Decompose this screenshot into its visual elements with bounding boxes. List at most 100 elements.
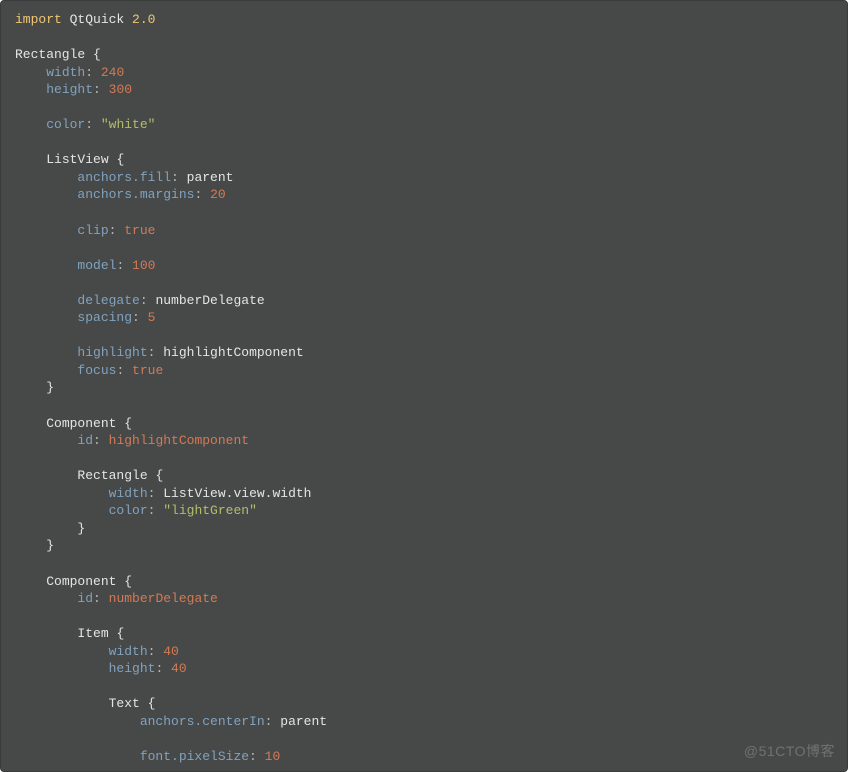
code-token: { (93, 47, 101, 62)
code-token: Item (77, 626, 116, 641)
code-token: Rectangle (15, 47, 93, 62)
code-token (15, 82, 46, 97)
code-line: clip: true (15, 222, 833, 240)
code-token: } (46, 380, 54, 395)
code-line (15, 99, 833, 117)
code-token: ListView (46, 152, 116, 167)
code-token: 40 (163, 644, 179, 659)
code-line: Rectangle { (15, 46, 833, 64)
code-line (15, 134, 833, 152)
code-line (15, 239, 833, 257)
code-line: width: 240 (15, 64, 833, 82)
code-line: width: ListView.view.width (15, 485, 833, 503)
code-token: "white" (101, 117, 156, 132)
code-token (15, 258, 77, 273)
code-token: : (132, 310, 148, 325)
code-token: color (46, 117, 85, 132)
code-token: { (124, 574, 132, 589)
code-token: { (148, 696, 156, 711)
code-line: color: "white" (15, 116, 833, 134)
code-token (15, 363, 77, 378)
code-token: highlightComponent (109, 433, 249, 448)
code-token: : (171, 170, 187, 185)
code-token (15, 591, 77, 606)
code-token: : (85, 117, 101, 132)
code-token: { (116, 626, 124, 641)
code-token: Component (46, 574, 124, 589)
code-token: 100 (132, 258, 155, 273)
code-line: color: "lightGreen" (15, 502, 833, 520)
code-line: import QtQuick 2.0 (15, 11, 833, 29)
code-token: 5 (148, 310, 156, 325)
code-line: anchors.fill: parent (15, 169, 833, 187)
code-token (15, 170, 77, 185)
code-token: parent (280, 714, 327, 729)
code-line: ListView { (15, 151, 833, 169)
code-token (15, 468, 77, 483)
code-token: numberDelegate (155, 293, 264, 308)
code-line: height: 300 (15, 81, 833, 99)
code-token: width (109, 486, 148, 501)
code-token (15, 749, 140, 764)
code-token: 300 (109, 82, 132, 97)
code-line (15, 29, 833, 47)
code-token: : (148, 486, 164, 501)
code-token: : (148, 503, 164, 518)
code-token (15, 345, 77, 360)
code-line (15, 327, 833, 345)
code-token: { (116, 152, 124, 167)
code-token (15, 223, 77, 238)
code-token: true (124, 223, 155, 238)
code-line: Component { (15, 415, 833, 433)
code-line: model: 100 (15, 257, 833, 275)
code-token: : (155, 661, 171, 676)
code-token (15, 644, 109, 659)
code-lines: import QtQuick 2.0 Rectangle { width: 24… (15, 11, 833, 772)
code-token: 240 (101, 65, 124, 80)
code-token: id (77, 591, 93, 606)
code-token: } (77, 521, 85, 536)
code-token: true (132, 363, 163, 378)
code-token: 10 (265, 749, 281, 764)
code-token: { (155, 468, 163, 483)
code-token: model (77, 258, 116, 273)
code-line (15, 397, 833, 415)
code-token: : (265, 714, 281, 729)
code-token: 40 (171, 661, 187, 676)
code-token: { (124, 416, 132, 431)
code-token: import (15, 12, 70, 27)
code-token: : (93, 433, 109, 448)
code-line (15, 204, 833, 222)
code-token: : (93, 82, 109, 97)
code-token: : (109, 223, 125, 238)
code-token (15, 416, 46, 431)
code-token (15, 574, 46, 589)
code-token: 2.0 (132, 12, 155, 27)
code-token: width (46, 65, 85, 80)
code-token: 20 (210, 187, 226, 202)
code-line: Component { (15, 573, 833, 591)
code-token: Rectangle (77, 468, 155, 483)
code-token: : (85, 65, 101, 80)
code-line: Rectangle { (15, 467, 833, 485)
code-line: spacing: 5 (15, 309, 833, 327)
code-token: } (46, 538, 54, 553)
code-token: height (46, 82, 93, 97)
code-token (15, 503, 109, 518)
code-token: parent (187, 170, 234, 185)
code-token: anchors.centerIn (140, 714, 265, 729)
code-token (15, 661, 109, 676)
code-line: Item { (15, 625, 833, 643)
code-token: id (77, 433, 93, 448)
code-line: width: 40 (15, 643, 833, 661)
code-token: "lightGreen" (163, 503, 257, 518)
code-token: anchors.margins (77, 187, 194, 202)
code-line: id: numberDelegate (15, 590, 833, 608)
code-line (15, 608, 833, 626)
code-line (15, 766, 833, 772)
code-token: : (249, 749, 265, 764)
code-line: } (15, 379, 833, 397)
code-token: spacing (77, 310, 132, 325)
code-token (15, 696, 109, 711)
code-token (15, 310, 77, 325)
